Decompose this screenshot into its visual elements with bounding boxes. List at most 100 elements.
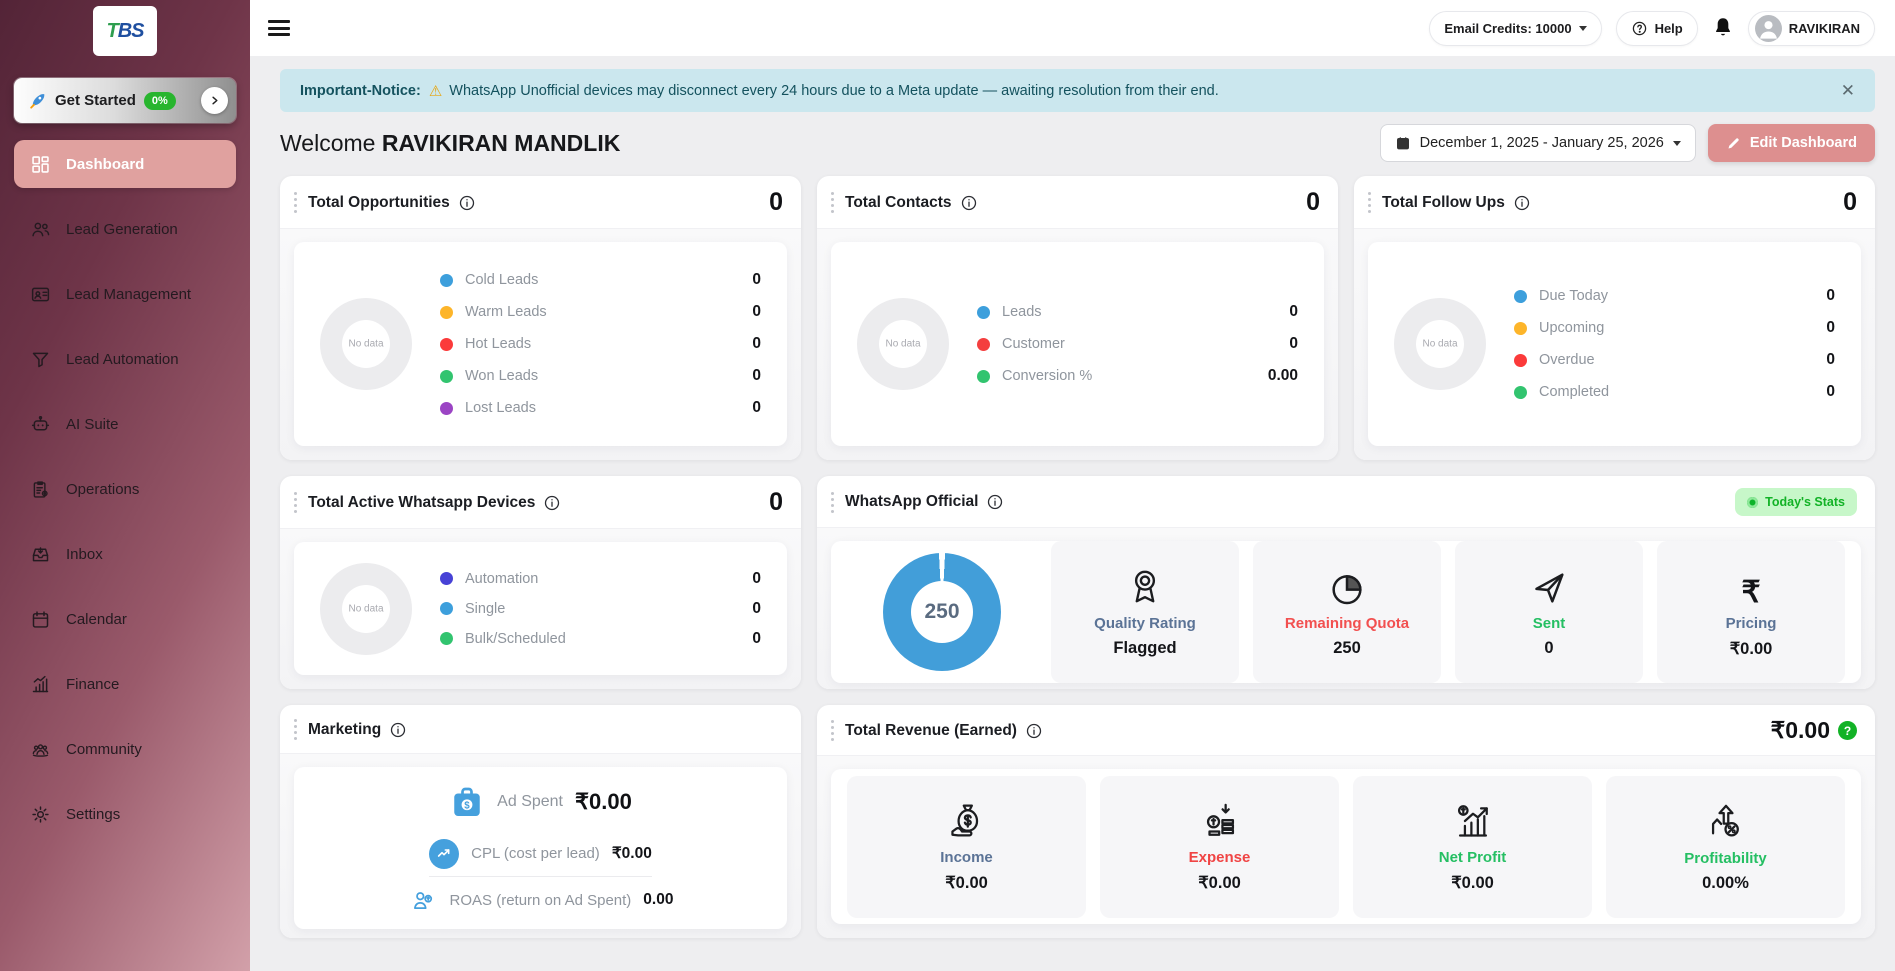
email-credits-button[interactable]: Email Credits: 10000 xyxy=(1429,10,1602,46)
profit-chart-icon xyxy=(1452,800,1494,842)
card-title: Marketing xyxy=(308,720,382,738)
edit-dashboard-button[interactable]: Edit Dashboard xyxy=(1707,124,1875,162)
sidebar-item-calendar[interactable]: Calendar xyxy=(14,595,236,643)
topbar: Email Credits: 10000 Help RAVIKIRAN xyxy=(250,0,1895,56)
legend-item: Lost Leads 0 xyxy=(440,392,761,424)
info-icon[interactable] xyxy=(961,195,977,211)
stat-tile-quality-rating: Quality Rating Flagged xyxy=(1051,541,1239,683)
get-started-button[interactable]: Get Started 0% xyxy=(14,78,236,123)
sidebar-item-label: Lead Generation xyxy=(66,220,178,238)
sidebar-item-settings[interactable]: Settings xyxy=(14,790,236,838)
contacts-legend: Leads 0 Customer 0 Conversion % 0.00 xyxy=(977,296,1298,392)
sidebar-item-ai-suite[interactable]: AI Suite xyxy=(14,400,236,448)
sidebar-item-label: Dashboard xyxy=(66,155,145,173)
legend-dot xyxy=(1514,353,1527,367)
question-circle-icon xyxy=(1631,20,1648,37)
legend-item: Upcoming 0 xyxy=(1514,312,1835,344)
drag-handle-icon[interactable] xyxy=(292,190,299,215)
no-data-label: No data xyxy=(348,338,384,350)
help-button[interactable]: Help xyxy=(1615,10,1698,46)
sidebar-item-operations[interactable]: Operations xyxy=(14,465,236,513)
legend-item: Cold Leads 0 xyxy=(440,264,761,296)
close-icon[interactable]: ✕ xyxy=(1837,77,1859,105)
sidebar-item-lead-automation[interactable]: Lead Automation xyxy=(14,335,236,383)
card-total-opportunities: Total Opportunities 0 No data Cold Leads… xyxy=(280,176,801,460)
sidebar-item-dashboard[interactable]: Dashboard xyxy=(14,140,236,188)
sidebar-item-finance[interactable]: Finance xyxy=(14,660,236,708)
welcome-prefix: Welcome xyxy=(280,129,376,156)
stat-value: ₹0.00 xyxy=(1729,639,1773,658)
legend-dot xyxy=(440,632,453,645)
avatar xyxy=(1754,14,1782,42)
stat-tile-sent: Sent 0 xyxy=(1455,541,1643,683)
sidebar-item-lead-management[interactable]: Lead Management xyxy=(14,270,236,318)
dashboard-icon xyxy=(30,154,51,175)
calendar-icon xyxy=(30,609,51,630)
info-icon[interactable] xyxy=(390,722,406,738)
stat-value: 250 xyxy=(1333,639,1361,657)
funnel-icon xyxy=(30,349,51,370)
legend-item: Bulk/Scheduled 0 xyxy=(440,624,761,654)
drag-handle-icon[interactable] xyxy=(1366,190,1373,215)
welcome-username: RAVIKIRAN MANDLIK xyxy=(381,129,621,156)
community-icon xyxy=(30,739,51,760)
inbox-icon xyxy=(30,544,51,565)
drag-handle-icon[interactable] xyxy=(829,718,836,743)
hamburger-menu-icon[interactable] xyxy=(268,20,290,36)
drag-handle-icon[interactable] xyxy=(292,717,299,742)
help-label: Help xyxy=(1654,20,1683,36)
info-icon[interactable] xyxy=(987,494,1003,510)
stat-label: Income xyxy=(940,849,993,866)
stat-value: 0.00% xyxy=(1702,873,1749,892)
notifications-bell-icon[interactable] xyxy=(1712,16,1734,40)
drag-handle-icon[interactable] xyxy=(829,490,836,515)
info-icon[interactable] xyxy=(1514,195,1530,211)
card-title: Total Active Whatsapp Devices xyxy=(308,493,536,511)
stat-tile-income: Income ₹0.00 xyxy=(847,775,1086,918)
stat-value: ₹0.00 xyxy=(1198,874,1241,892)
card-total-active-whatsapp-devices: Total Active Whatsapp Devices 0 No data … xyxy=(280,476,801,689)
stat-label: Sent xyxy=(1532,615,1566,632)
sidebar-item-label: AI Suite xyxy=(66,415,119,433)
person-coin-icon xyxy=(408,885,438,915)
date-range-picker[interactable]: December 1, 2025 - January 25, 2026 xyxy=(1379,124,1696,162)
caret-down-icon xyxy=(1578,25,1587,31)
info-icon[interactable] xyxy=(544,495,560,511)
chevron-right-icon[interactable] xyxy=(201,87,228,114)
devices-donut-chart: No data xyxy=(320,562,412,655)
ad-spent-value: ₹0.00 xyxy=(575,789,632,814)
stat-label: Pricing xyxy=(1725,614,1777,632)
stat-label: Quality Rating xyxy=(1094,615,1196,632)
followups-donut-chart: No data xyxy=(1394,298,1486,390)
drag-handle-icon[interactable] xyxy=(292,490,299,515)
page-title: Welcome RAVIKIRAN MANDLIK xyxy=(280,130,620,157)
ad-spent-label: Ad Spent xyxy=(497,793,563,810)
sidebar-item-community[interactable]: Community xyxy=(14,725,236,773)
date-range-value: December 1, 2025 - January 25, 2026 xyxy=(1419,135,1664,151)
edit-dashboard-label: Edit Dashboard xyxy=(1749,135,1857,151)
money-bag-hand-icon xyxy=(946,800,988,842)
drag-handle-icon[interactable] xyxy=(829,190,836,215)
help-circle-icon[interactable]: ? xyxy=(1838,721,1857,740)
legend-dot xyxy=(440,572,453,585)
card-marketing: Marketing $ Ad Spent ₹0.00 CPL (cost per… xyxy=(280,705,801,938)
status-dot-icon xyxy=(1747,496,1759,508)
sidebar: TBS Get Started 0% Dashboard Lead Genera… xyxy=(0,0,250,971)
trend-up-icon xyxy=(429,838,460,869)
sidebar-item-label: Finance xyxy=(66,675,120,693)
sidebar-item-inbox[interactable]: Inbox xyxy=(14,530,236,578)
legend-dot xyxy=(440,305,453,319)
brand-logo[interactable]: TBS xyxy=(93,6,157,56)
no-data-label: No data xyxy=(885,338,921,350)
legend-dot xyxy=(440,337,453,351)
info-icon[interactable] xyxy=(459,195,475,211)
followups-legend: Due Today 0 Upcoming 0 Overdue 0 Completed 0 xyxy=(1514,280,1835,408)
users-icon xyxy=(30,219,51,240)
sidebar-item-label: Settings xyxy=(66,805,121,823)
legend-dot xyxy=(440,273,453,287)
stat-tile-remaining-quota: Remaining Quota 250 xyxy=(1253,541,1441,683)
user-menu[interactable]: RAVIKIRAN xyxy=(1747,10,1875,46)
sidebar-item-lead-generation[interactable]: Lead Generation xyxy=(14,205,236,253)
stat-label: Remaining Quota xyxy=(1284,615,1410,632)
info-icon[interactable] xyxy=(1026,723,1042,739)
